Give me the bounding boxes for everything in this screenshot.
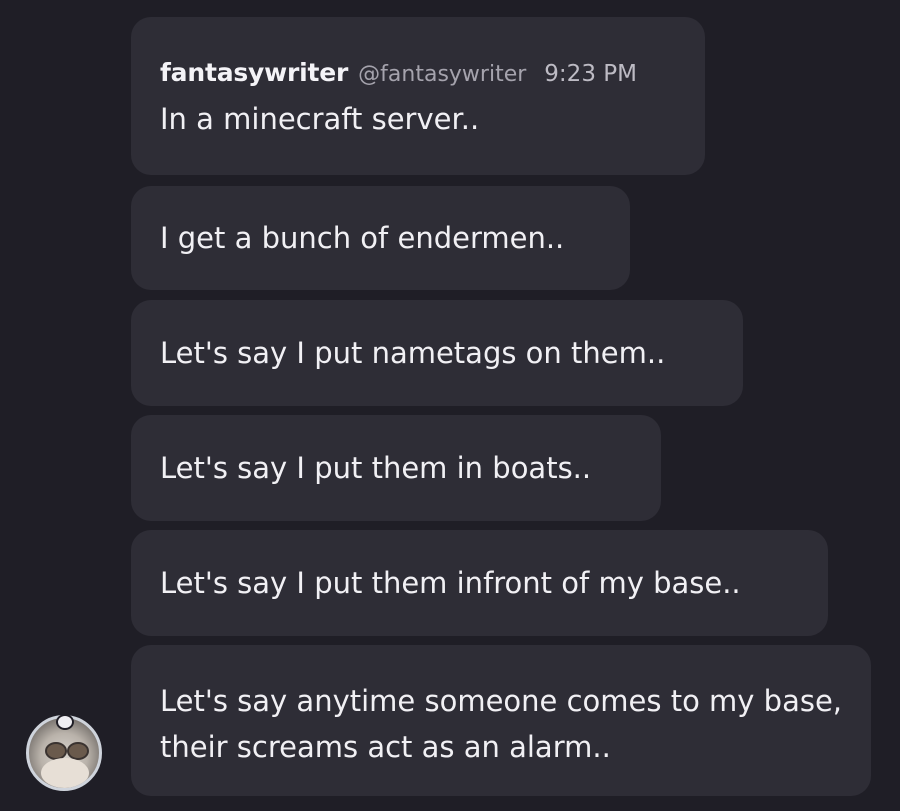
author-handle[interactable]: @fantasywriter [358,55,526,95]
author-username[interactable]: fantasywriter [160,53,348,93]
avatar-face [41,758,89,788]
message-bubble[interactable]: Let's say I put them in boats.. [131,415,661,521]
message-text: Let's say I put them in boats.. [160,451,592,485]
message-bubble[interactable]: fantasywriter @fantasywriter 9:23 PM In … [131,17,705,175]
message-text: Let's say I put them infront of my base.… [160,566,741,600]
message-bubble[interactable]: Let's say I put nametags on them.. [131,300,743,406]
message-header: fantasywriter @fantasywriter 9:23 PM [160,53,676,91]
message-text: Let's say anytime someone comes to my ba… [160,684,843,764]
message-text: Let's say I put nametags on them.. [160,336,666,370]
chat-thread: fantasywriter @fantasywriter 9:23 PM In … [0,0,900,811]
message-bubble[interactable]: Let's say anytime someone comes to my ba… [131,645,871,796]
goggle-icon [67,742,89,760]
message-text: I get a bunch of endermen.. [160,221,565,255]
message-text: In a minecraft server.. [160,102,480,136]
message-bubble[interactable]: I get a bunch of endermen.. [131,186,630,290]
message-bubble[interactable]: Let's say I put them infront of my base.… [131,530,828,636]
status-indicator-icon [56,714,74,730]
message-timestamp: 9:23 PM [544,61,637,87]
